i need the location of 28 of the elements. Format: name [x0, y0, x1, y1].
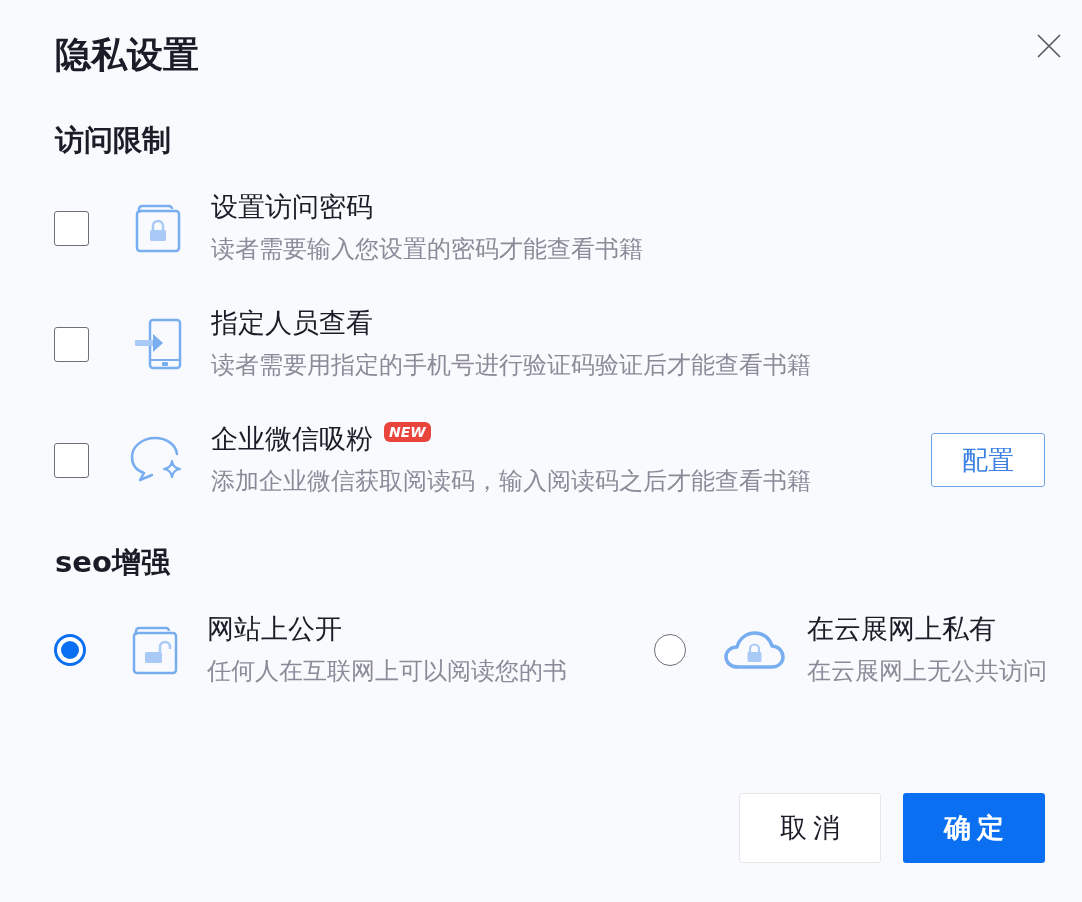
- section-heading: seo增强: [55, 544, 170, 580]
- option-title: 企业微信吸粉: [211, 422, 373, 456]
- option-title: 设置访问密码: [211, 190, 373, 224]
- option-description: 任何人在互联网上可以阅读您的书: [207, 656, 567, 687]
- dialog-title: 隐私设置: [55, 33, 199, 77]
- checkbox[interactable]: [54, 326, 89, 362]
- checkbox[interactable]: [54, 210, 89, 246]
- option-description: 读者需要用指定的手机号进行验证码验证后才能查看书籍: [211, 350, 811, 381]
- close-button[interactable]: [1036, 33, 1062, 59]
- section-heading: 访问限制: [55, 122, 171, 158]
- checkbox[interactable]: [54, 442, 89, 478]
- option-description: 读者需要输入您设置的密码才能查看书籍: [211, 234, 643, 265]
- confirm-button[interactable]: 确定: [903, 793, 1045, 863]
- cancel-button[interactable]: 取消: [739, 793, 881, 863]
- option-title: 在云展网上私有: [807, 612, 996, 646]
- option-description: 添加企业微信获取阅读码，输入阅读码之后才能查看书籍: [211, 466, 811, 497]
- lock-folder-icon: [134, 203, 181, 253]
- option-title: 指定人员查看: [211, 306, 373, 340]
- close-icon: [1037, 34, 1061, 58]
- radio-button[interactable]: [54, 634, 86, 666]
- new-badge: NEW: [384, 422, 431, 442]
- cloud-lock-icon: [724, 630, 785, 670]
- phone-arrow-icon: [132, 318, 183, 370]
- radio-button[interactable]: [654, 634, 686, 666]
- configure-button[interactable]: 配置: [931, 433, 1045, 487]
- option-description: 在云展网上无公共访问: [807, 656, 1047, 687]
- unlock-folder-icon: [131, 625, 178, 675]
- option-title: 网站上公开: [207, 612, 342, 646]
